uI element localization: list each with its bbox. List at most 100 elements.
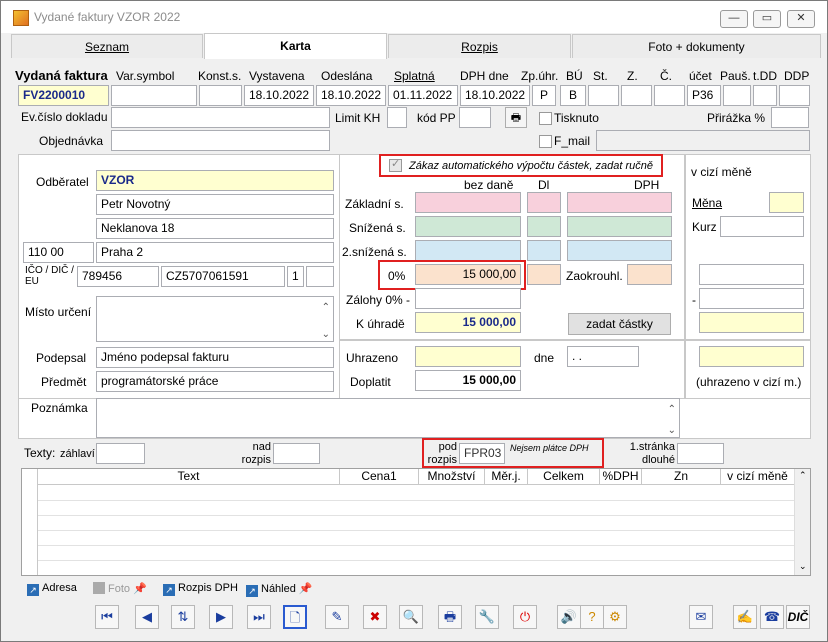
zakladni-dph-field[interactable] (567, 192, 672, 213)
new-record-button[interactable]: 🗋 (283, 605, 307, 629)
st-field[interactable] (588, 85, 619, 106)
zero-dl-field[interactable] (527, 264, 561, 285)
scroll-down-icon[interactable]: ⌄ (322, 325, 330, 341)
paus-field[interactable] (723, 85, 751, 106)
foreign-zero-field[interactable] (699, 264, 804, 285)
edit-record-button[interactable]: ✎ (325, 605, 349, 629)
eu2-field[interactable] (306, 266, 334, 287)
col-zn[interactable]: Zn (642, 469, 721, 485)
kod-pp-field[interactable] (459, 107, 491, 128)
table-row[interactable] (38, 486, 794, 501)
tab-karta[interactable]: Karta (204, 33, 387, 59)
c-field[interactable] (654, 85, 685, 106)
zakaz-checkbox[interactable]: ✓ (389, 158, 402, 172)
customer-street-field[interactable]: Neklanova 18 (96, 218, 334, 239)
foreign-k-uhrade-field[interactable] (699, 312, 804, 333)
ddp-field[interactable] (779, 85, 810, 106)
odeslana-field[interactable]: 18.10.2022 (316, 85, 386, 106)
stranka-field[interactable] (677, 443, 724, 464)
help-button[interactable]: ? (580, 605, 604, 629)
tab-foto[interactable]: Foto + dokumenty (572, 34, 821, 58)
zaokrouhl-field[interactable] (627, 264, 672, 285)
fmail-checkbox[interactable] (539, 135, 552, 148)
z-field[interactable] (621, 85, 652, 106)
doc-number-field[interactable]: FV2200010 (18, 85, 109, 106)
close-button[interactable]: ✕ (787, 10, 815, 28)
snizena2-base-field[interactable] (415, 240, 521, 261)
k-uhrade-field[interactable]: 15 000,00 (415, 312, 521, 333)
prirazka-field[interactable] (771, 107, 809, 128)
col-mnozstvi[interactable]: Množství (419, 469, 485, 485)
dic-field[interactable]: CZ5707061591 (161, 266, 285, 287)
table-row[interactable] (38, 501, 794, 516)
power-button[interactable]: ⏻ (513, 605, 537, 629)
sort-button[interactable]: ⇅ (171, 605, 195, 629)
nahled-link[interactable]: ↗ Náhled 📌 (246, 582, 313, 597)
zero-rate-field[interactable]: 15 000,00 (415, 264, 521, 285)
zpuhr-field[interactable]: P (532, 85, 556, 106)
snizena2-dl-field[interactable] (527, 240, 561, 261)
col-text[interactable]: Text (38, 469, 340, 485)
fmail-field[interactable] (596, 130, 810, 151)
dph-dne-field[interactable]: 18.10.2022 (460, 85, 530, 106)
pin-icon[interactable]: 📌 (299, 583, 313, 595)
settings-button[interactable]: ⚙ (603, 605, 627, 629)
zahlavi-field[interactable] (96, 443, 145, 464)
scroll-up-icon[interactable]: ⌃ (799, 470, 807, 481)
splatna-field[interactable]: 01.11.2022 (388, 85, 458, 106)
items-table[interactable]: Text Cena1 Množství Měr.j. Celkem %DPH Z… (21, 468, 811, 576)
foreign-zalohy-field[interactable] (699, 288, 804, 309)
customer-name-field[interactable]: VZOR (96, 170, 334, 191)
search-button[interactable]: 🔍 (399, 605, 423, 629)
snizena-dph-field[interactable] (567, 216, 672, 237)
konst-field[interactable] (199, 85, 242, 106)
scroll-up-icon[interactable]: ⌃ (322, 298, 330, 317)
delete-record-button[interactable]: ✖ (363, 605, 387, 629)
mena-field[interactable] (769, 192, 804, 213)
col-foreign[interactable]: v cizí měně (721, 469, 795, 485)
foto-link[interactable]: Foto 📌 (93, 582, 147, 595)
adresa-link[interactable]: ↗ Adresa (27, 582, 77, 596)
nad-rozpis-field[interactable] (273, 443, 320, 464)
misto-field[interactable]: ⌃ ⌄ (96, 296, 334, 342)
scroll-down-icon[interactable]: ⌄ (799, 561, 807, 572)
rozpis-dph-link[interactable]: ↗ Rozpis DPH (163, 582, 238, 596)
eu-field[interactable]: 1 (287, 266, 304, 287)
snizena-base-field[interactable] (415, 216, 521, 237)
printer-small-button[interactable]: 🖶 (505, 107, 527, 128)
evcislo-field[interactable] (111, 107, 330, 128)
table-scrollbar[interactable]: ⌃ ⌄ (794, 469, 810, 575)
bu-field[interactable]: B (560, 85, 586, 106)
kurz-field[interactable] (720, 216, 804, 237)
tools-button[interactable]: 🔧 (475, 605, 499, 629)
tab-seznam[interactable]: Seznam (11, 34, 203, 58)
uhrazeno-field[interactable] (415, 346, 521, 367)
minimize-button[interactable]: — (720, 10, 748, 28)
ucet-field[interactable]: P36 (687, 85, 721, 106)
doplatit-field[interactable]: 15 000,00 (415, 370, 521, 391)
poznamka-field[interactable]: ⌃ ⌄ (96, 398, 680, 438)
prev-record-button[interactable]: ◀ (135, 605, 159, 629)
zalohy-field[interactable] (415, 288, 521, 309)
print-button[interactable]: 🖶 (438, 605, 462, 629)
first-record-button[interactable]: ⏮ (95, 605, 119, 629)
dne-field[interactable]: . . (567, 346, 639, 367)
col-dph[interactable]: %DPH (600, 469, 642, 485)
phone-button[interactable]: ☎ (760, 605, 784, 629)
customer-person-field[interactable]: Petr Novotný (96, 194, 334, 215)
email-button[interactable]: ✉ (689, 605, 713, 629)
zakladni-dl-field[interactable] (527, 192, 561, 213)
table-row[interactable] (38, 516, 794, 531)
maximize-button[interactable]: ▭ (753, 10, 781, 28)
customer-city-field[interactable]: Praha 2 (96, 242, 334, 263)
tdd-field[interactable] (753, 85, 777, 106)
snizena-dl-field[interactable] (527, 216, 561, 237)
dic-button[interactable]: DIČ (786, 605, 810, 629)
pin-icon[interactable]: 📌 (133, 583, 147, 595)
zadat-castky-button[interactable]: zadat částky (568, 313, 671, 335)
ico-field[interactable]: 789456 (77, 266, 159, 287)
pod-rozpis-field[interactable]: FPR03 (459, 443, 505, 464)
objednavka-field[interactable] (111, 130, 330, 151)
table-row[interactable] (38, 546, 794, 561)
scroll-down-icon[interactable]: ⌄ (668, 421, 676, 437)
